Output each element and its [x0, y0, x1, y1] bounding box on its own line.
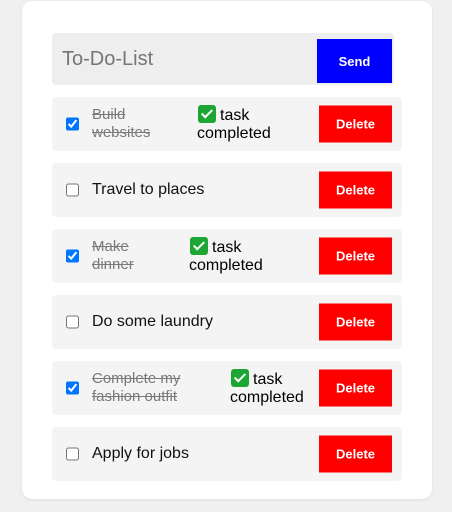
task-text-line: Travel to places	[92, 181, 205, 198]
todo-item: Complete my fashion outfit task complete…	[52, 361, 402, 415]
todo-item: Apply for jobs Delete	[52, 427, 402, 481]
task-text: Travel to places	[92, 181, 204, 199]
delete-button[interactable]: Delete	[319, 171, 392, 209]
task-text: Do some laundry	[92, 313, 213, 331]
completed-note-line: task	[253, 371, 283, 388]
todo-item: Do some laundry Delete	[52, 295, 402, 349]
task-text-line: fashion outfit	[92, 388, 178, 405]
task-checkbox[interactable]	[66, 315, 79, 329]
green-check-mark-icon	[198, 105, 216, 123]
task-text-line: Build	[92, 106, 126, 123]
delete-button[interactable]: Delete	[319, 303, 392, 341]
task-checkbox[interactable]	[66, 117, 79, 131]
todo-input-row: Send	[52, 33, 394, 85]
send-button[interactable]: Send	[317, 39, 392, 83]
task-text: Build websites	[92, 106, 150, 142]
task-text-line: Do some laundry	[92, 313, 213, 330]
task-checkbox[interactable]	[66, 249, 79, 263]
task-text-line: Complete my	[92, 370, 181, 387]
task-completed-note: task completed	[230, 369, 304, 407]
task-checkbox[interactable]	[66, 447, 79, 461]
completed-note-line: task	[220, 107, 250, 124]
delete-button[interactable]: Delete	[319, 105, 392, 143]
todo-list: Build websites task completed Delete Tra…	[52, 97, 402, 493]
task-completed-note: task completed	[189, 237, 263, 275]
todo-item: Build websites task completed Delete	[52, 97, 402, 151]
task-text: Make dinner	[92, 238, 134, 274]
delete-button[interactable]: Delete	[319, 237, 392, 275]
task-text-line: Make	[92, 238, 129, 255]
task-text-line: Apply for jobs	[92, 445, 189, 462]
delete-button[interactable]: Delete	[319, 369, 392, 407]
completed-note-line: completed	[189, 257, 263, 274]
green-check-mark-icon	[190, 237, 208, 255]
completed-note-line: completed	[197, 125, 271, 142]
task-completed-note: task completed	[197, 105, 271, 143]
todo-item: Travel to places Delete	[52, 163, 402, 217]
completed-note-line: completed	[230, 389, 304, 406]
todo-card: Send Build websites task completed Delet…	[22, 1, 432, 499]
todo-item: Make dinner task completed Delete	[52, 229, 402, 283]
task-text-line: websites	[92, 124, 151, 141]
task-text: Apply for jobs	[92, 445, 189, 463]
delete-button[interactable]: Delete	[319, 435, 392, 473]
task-text: Complete my fashion outfit	[92, 370, 180, 406]
todo-input[interactable]	[52, 33, 312, 85]
task-text-line: dinner	[92, 256, 134, 273]
task-checkbox[interactable]	[66, 381, 79, 395]
completed-note-line: task	[212, 239, 242, 256]
task-checkbox[interactable]	[66, 183, 79, 197]
green-check-mark-icon	[231, 369, 249, 387]
